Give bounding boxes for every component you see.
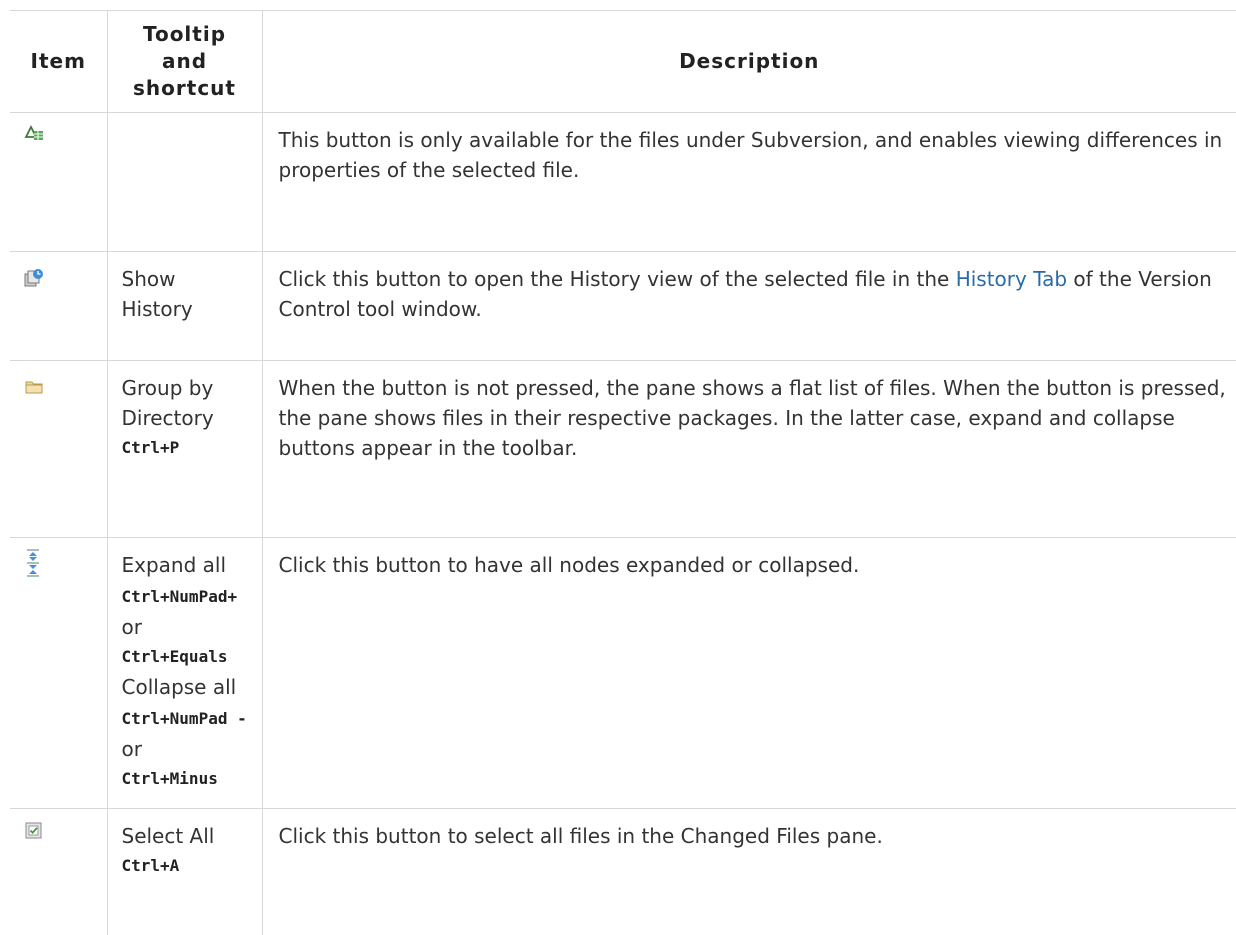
select-all-icon <box>24 819 44 839</box>
description-cell: When the button is not pressed, the pane… <box>262 361 1236 538</box>
tooltip-cell: Select All Ctrl+A <box>107 809 262 935</box>
description-cell: Click this button to have all nodes expa… <box>262 538 1236 809</box>
table-row: Show History Click this button to open t… <box>10 252 1236 361</box>
table-row: Expand all Ctrl+NumPad+ or Ctrl+Equals C… <box>10 538 1236 809</box>
expand-collapse-icon <box>24 548 44 578</box>
header-tooltip: Tooltip and shortcut <box>107 11 262 113</box>
shortcut-label: Ctrl+NumPad+ <box>122 587 238 606</box>
header-description: Description <box>262 11 1236 113</box>
description-cell: Click this button to open the History vi… <box>262 252 1236 361</box>
item-cell <box>10 361 107 538</box>
shortcut-label: Ctrl+Minus <box>122 764 248 794</box>
tooltip-cell <box>107 113 262 252</box>
or-text: or <box>122 737 142 761</box>
show-history-icon <box>24 266 44 286</box>
tooltip-cell: Group by Directory Ctrl+P <box>107 361 262 538</box>
tooltip-label: Show History <box>122 267 193 321</box>
properties-diff-icon <box>24 121 44 141</box>
description-text: Click this button to open the History vi… <box>279 267 956 291</box>
shortcut-label: Ctrl+Equals <box>122 642 248 672</box>
item-cell <box>10 113 107 252</box>
shortcuts-table: Item Tooltip and shortcut Description <box>10 10 1236 935</box>
table-row: Group by Directory Ctrl+P When the butto… <box>10 361 1236 538</box>
shortcut-label: Ctrl+A <box>122 851 248 881</box>
item-cell <box>10 538 107 809</box>
or-text: or <box>122 615 142 639</box>
tooltip-cell: Show History <box>107 252 262 361</box>
description-cell: This button is only available for the fi… <box>262 113 1236 252</box>
folder-icon <box>24 375 44 395</box>
tooltip-cell: Expand all Ctrl+NumPad+ or Ctrl+Equals C… <box>107 538 262 809</box>
tooltip-label: Select All <box>122 821 248 851</box>
shortcut-label: Ctrl+NumPad - <box>122 709 247 728</box>
item-cell <box>10 252 107 361</box>
table-row: This button is only available for the fi… <box>10 113 1236 252</box>
tooltip-label: Expand all <box>122 550 248 580</box>
history-tab-link[interactable]: History Tab <box>956 267 1067 291</box>
header-row: Item Tooltip and shortcut Description <box>10 11 1236 113</box>
item-cell <box>10 809 107 935</box>
shortcut-label: Ctrl+P <box>122 433 248 463</box>
tooltip-label: Collapse all <box>122 672 248 702</box>
tooltip-label: Group by Directory <box>122 373 248 433</box>
description-cell: Click this button to select all files in… <box>262 809 1236 935</box>
table-row: Select All Ctrl+A Click this button to s… <box>10 809 1236 935</box>
header-item: Item <box>10 11 107 113</box>
